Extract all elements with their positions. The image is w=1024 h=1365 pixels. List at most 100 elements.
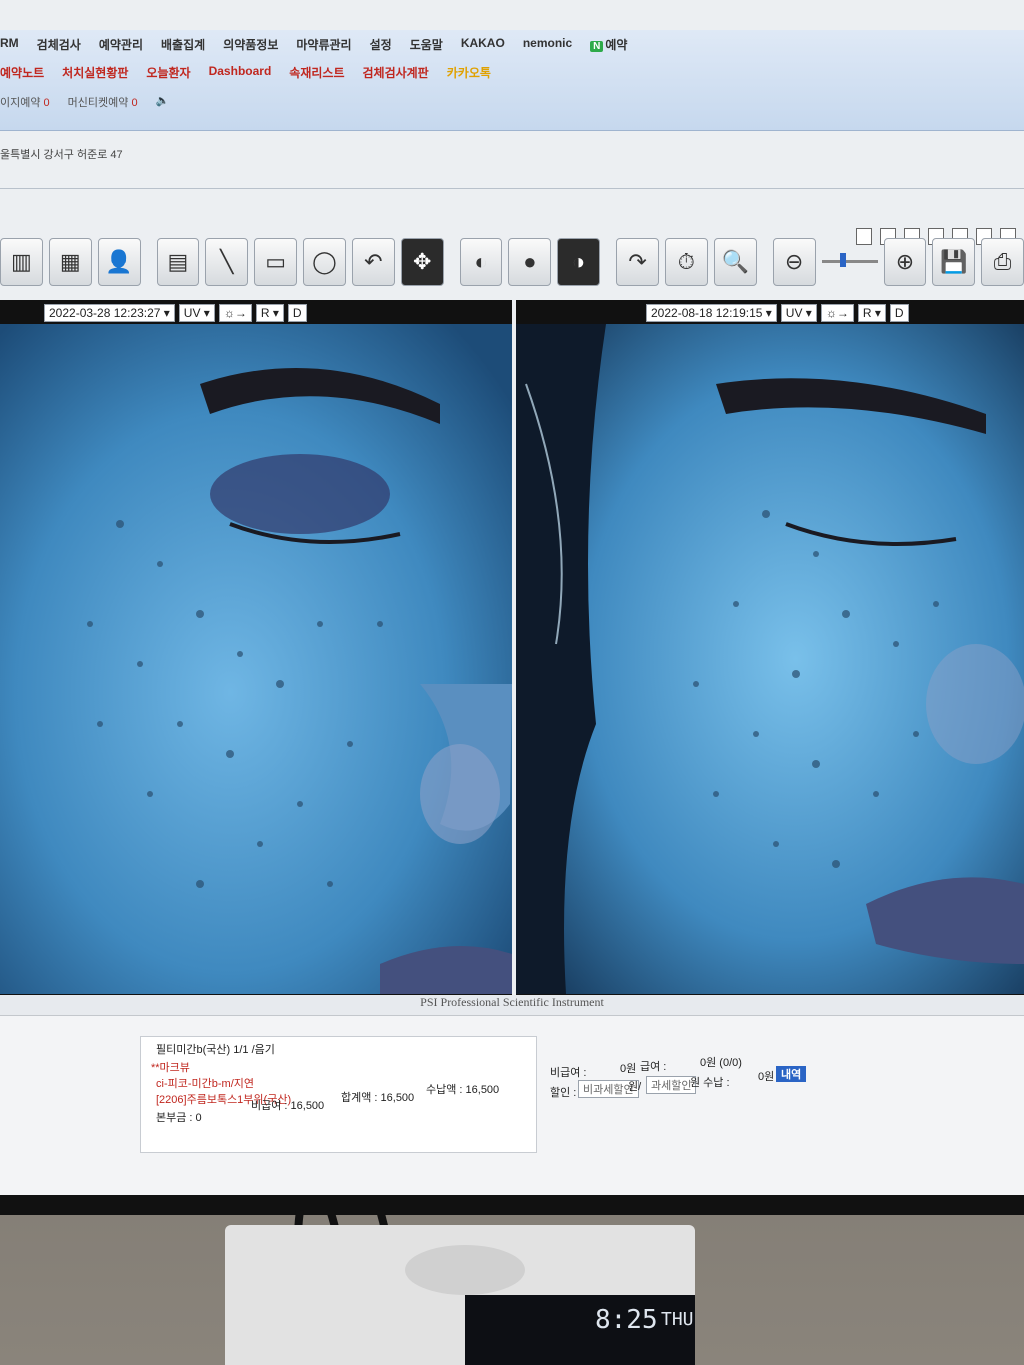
right-light-button[interactable]: ☼→: [820, 304, 854, 322]
left-mode: UV: [183, 306, 201, 320]
two-column-layout-icon[interactable]: ▥: [0, 238, 43, 286]
ellipse-tool-icon[interactable]: ◯: [303, 238, 346, 286]
menu-bar: RM 검체검사 예약관리 배출집계 의약품정보 마약류관리 설정 도움말 KAK…: [0, 30, 1024, 131]
undo-icon[interactable]: ↶: [351, 238, 395, 286]
left-mode-select[interactable]: UV ▾: [178, 304, 215, 322]
left-datetime: 2022-03-28 12:23:27: [49, 306, 161, 320]
discount-label: 할인 :: [550, 1087, 577, 1099]
menu-specimen-board[interactable]: 검체검사계판: [362, 64, 428, 81]
line-tool-icon[interactable]: ╲: [205, 238, 249, 286]
detail-button[interactable]: 내역: [776, 1066, 807, 1082]
menu-reservation-note[interactable]: 예약노트: [0, 64, 44, 81]
left-pane-controls: 2022-03-28 12:23:27 ▾ UV ▾ ☼→ R ▾ D: [44, 304, 307, 322]
menu-today-patients[interactable]: 오늘환자: [146, 64, 190, 81]
divider: [0, 188, 1024, 189]
left-light-button[interactable]: ☼→: [218, 304, 252, 322]
image-toolbar: ▥ ▦ 👤 ▤ ╲ ▭ ◯ ↶ ✥ ◐ ● ◑ ↷ ⏱ 🔍 ⊖ ⊕ 💾 ⎙: [0, 238, 1024, 296]
uv-face-image-right: [516, 324, 1024, 994]
right-mode-select[interactable]: UV ▾: [780, 304, 817, 322]
insured-label: 급여 :: [640, 1061, 667, 1073]
clock-time: 8:25: [595, 1305, 658, 1335]
patient-search-icon[interactable]: 🔍: [713, 238, 757, 286]
tax-discount-input[interactable]: 과세할인: [646, 1076, 697, 1094]
non-insured-label: 비급여 :: [550, 1067, 587, 1079]
zoom-slider[interactable]: [821, 238, 878, 284]
menu-settings[interactable]: 설정: [370, 36, 392, 53]
right-pane-controls: 2022-08-18 12:19:15 ▾ UV ▾ ☼→ R ▾ D: [646, 304, 909, 322]
move-tool-icon[interactable]: ✥: [400, 238, 444, 286]
clinic-address: 울특별시 강서구 허준로 47: [0, 149, 123, 161]
receive-value: 0원: [758, 1071, 775, 1083]
left-side: R: [260, 306, 270, 320]
order-line-1: 필티미간b(국산) 1/1 /음기: [156, 1044, 275, 1056]
zoom-slider-thumb[interactable]: [839, 252, 846, 267]
clock-day: THU: [661, 1309, 694, 1330]
menu-reservation[interactable]: 예약관리: [99, 36, 143, 53]
menu-dashboard[interactable]: Dashboard: [209, 64, 272, 81]
order-total: 합계액 : 16,500: [341, 1092, 415, 1104]
menu-stats[interactable]: 배출집계: [161, 36, 205, 53]
menu-row-status: 이지예약 0 머신티켓예약 0 🔈: [0, 94, 169, 110]
naver-reserve-label: 예약: [605, 38, 628, 52]
menu-nemonic[interactable]: nemonic: [523, 36, 572, 53]
order-line-5: 본부금 : 0: [156, 1112, 202, 1124]
machine-ticket-reservation[interactable]: 머신티켓예약 0: [68, 94, 138, 110]
rectangle-tool-icon[interactable]: ▭: [254, 238, 298, 286]
machine-ticket-count: 0: [131, 97, 138, 109]
right-mode: UV: [785, 306, 803, 320]
memo-icon[interactable]: ▤: [156, 238, 200, 286]
image-pane-left[interactable]: 2022-03-28 12:23:27 ▾ UV ▾ ☼→ R ▾ D: [0, 300, 512, 995]
device-brand: PSI Professional Scientific Instrument: [0, 995, 1024, 1015]
wireless-charger-pad: [405, 1245, 525, 1295]
menu-kakaotalk[interactable]: 카카오톡: [447, 64, 491, 81]
order-line-2: **마크뷰: [151, 1062, 190, 1074]
menu-naver-reserve[interactable]: N 예약: [590, 36, 627, 53]
menu-row-main: RM 검체검사 예약관리 배출집계 의약품정보 마약류관리 설정 도움말 KAK…: [0, 36, 627, 53]
menu-specimen[interactable]: 검체검사: [37, 36, 81, 53]
zoom-in-icon[interactable]: ⊕: [883, 238, 927, 286]
four-column-layout-icon[interactable]: ▦: [48, 238, 92, 286]
menu-narcotics[interactable]: 마약류관리: [296, 36, 351, 53]
menu-treatment-board[interactable]: 처치실현황판: [62, 64, 128, 81]
menu-kakao[interactable]: KAKAO: [461, 36, 505, 53]
menu-help[interactable]: 도움말: [410, 36, 443, 53]
timer-icon[interactable]: ⏱: [664, 238, 708, 286]
menu-rm[interactable]: RM: [0, 36, 19, 53]
easy-reservation-count: 0: [43, 97, 50, 109]
right-side-select[interactable]: R ▾: [857, 304, 886, 322]
menu-row-shortcuts: 예약노트 처치실현황판 오늘환자 Dashboard 속재리스트 검체검사계판 …: [0, 64, 491, 81]
easy-reservation-label: 이지예약: [0, 97, 41, 109]
insured-value: 0원 (0/0): [700, 1057, 742, 1069]
monitor: RM 검체검사 예약관리 배출집계 의약품정보 마약류관리 설정 도움말 KAK…: [0, 0, 1024, 1215]
print-icon[interactable]: ⎙: [981, 238, 1024, 286]
order-line-3: ci-피코-미간b-m/지연: [156, 1078, 254, 1090]
face-left-view-icon[interactable]: ◐: [459, 238, 503, 286]
right-datetime-select[interactable]: 2022-08-18 12:19:15 ▾: [646, 304, 777, 322]
desk-clock: 8:25 THU: [225, 1225, 695, 1365]
left-datetime-select[interactable]: 2022-03-28 12:23:27 ▾: [44, 304, 175, 322]
naver-icon: N: [590, 41, 604, 52]
left-side-select[interactable]: R ▾: [255, 304, 284, 322]
menu-drug-info[interactable]: 의약품정보: [223, 36, 278, 53]
redo-icon[interactable]: ↷: [616, 238, 659, 286]
billing-area: 필티미간b(국산) 1/1 /음기 **마크뷰 ci-피코-미간b-m/지연 […: [0, 1015, 1024, 1195]
right-side: R: [862, 306, 872, 320]
right-datetime: 2022-08-18 12:19:15: [651, 306, 763, 320]
patient-icon[interactable]: 👤: [97, 238, 141, 286]
face-front-view-icon[interactable]: ●: [508, 238, 552, 286]
non-insured-value: 0원: [620, 1063, 637, 1075]
zoom-out-icon[interactable]: ⊖: [772, 238, 816, 286]
order-received: 수납액 : 16,500: [426, 1084, 500, 1096]
speaker-icon[interactable]: 🔈: [156, 94, 170, 110]
left-flag-button[interactable]: D: [287, 304, 307, 322]
menu-list[interactable]: 속재리스트: [289, 64, 344, 81]
order-non-insured: 비급여 : 16,500: [251, 1100, 325, 1112]
face-right-view-icon[interactable]: ◑: [557, 238, 601, 286]
image-pane-right[interactable]: 2022-08-18 12:19:15 ▾ UV ▾ ☼→ R ▾ D: [516, 300, 1024, 995]
uv-face-image-left: [0, 324, 512, 994]
easy-reservation[interactable]: 이지예약 0: [0, 94, 50, 110]
right-flag-button[interactable]: D: [889, 304, 909, 322]
save-icon[interactable]: 💾: [932, 238, 976, 286]
receive-label: 원 수납 :: [690, 1077, 730, 1089]
discount-unit: 원/: [628, 1081, 642, 1093]
